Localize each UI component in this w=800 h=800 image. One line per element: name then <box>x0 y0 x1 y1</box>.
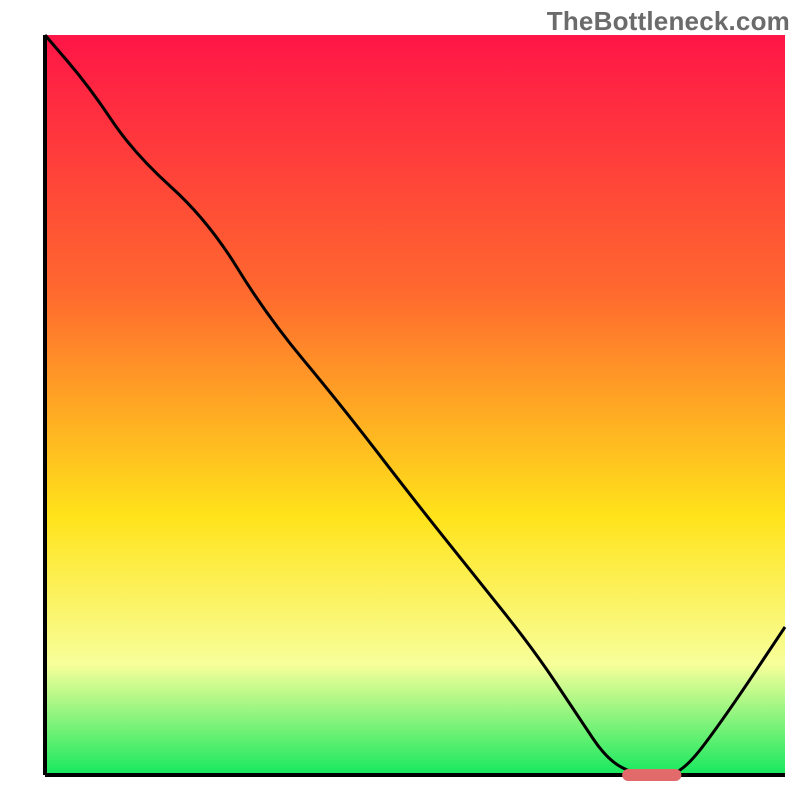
bottleneck-chart <box>0 0 800 800</box>
gradient-background <box>45 35 785 775</box>
optimum-marker <box>622 769 681 781</box>
watermark-text: TheBottleneck.com <box>547 6 790 37</box>
chart-container: TheBottleneck.com <box>0 0 800 800</box>
